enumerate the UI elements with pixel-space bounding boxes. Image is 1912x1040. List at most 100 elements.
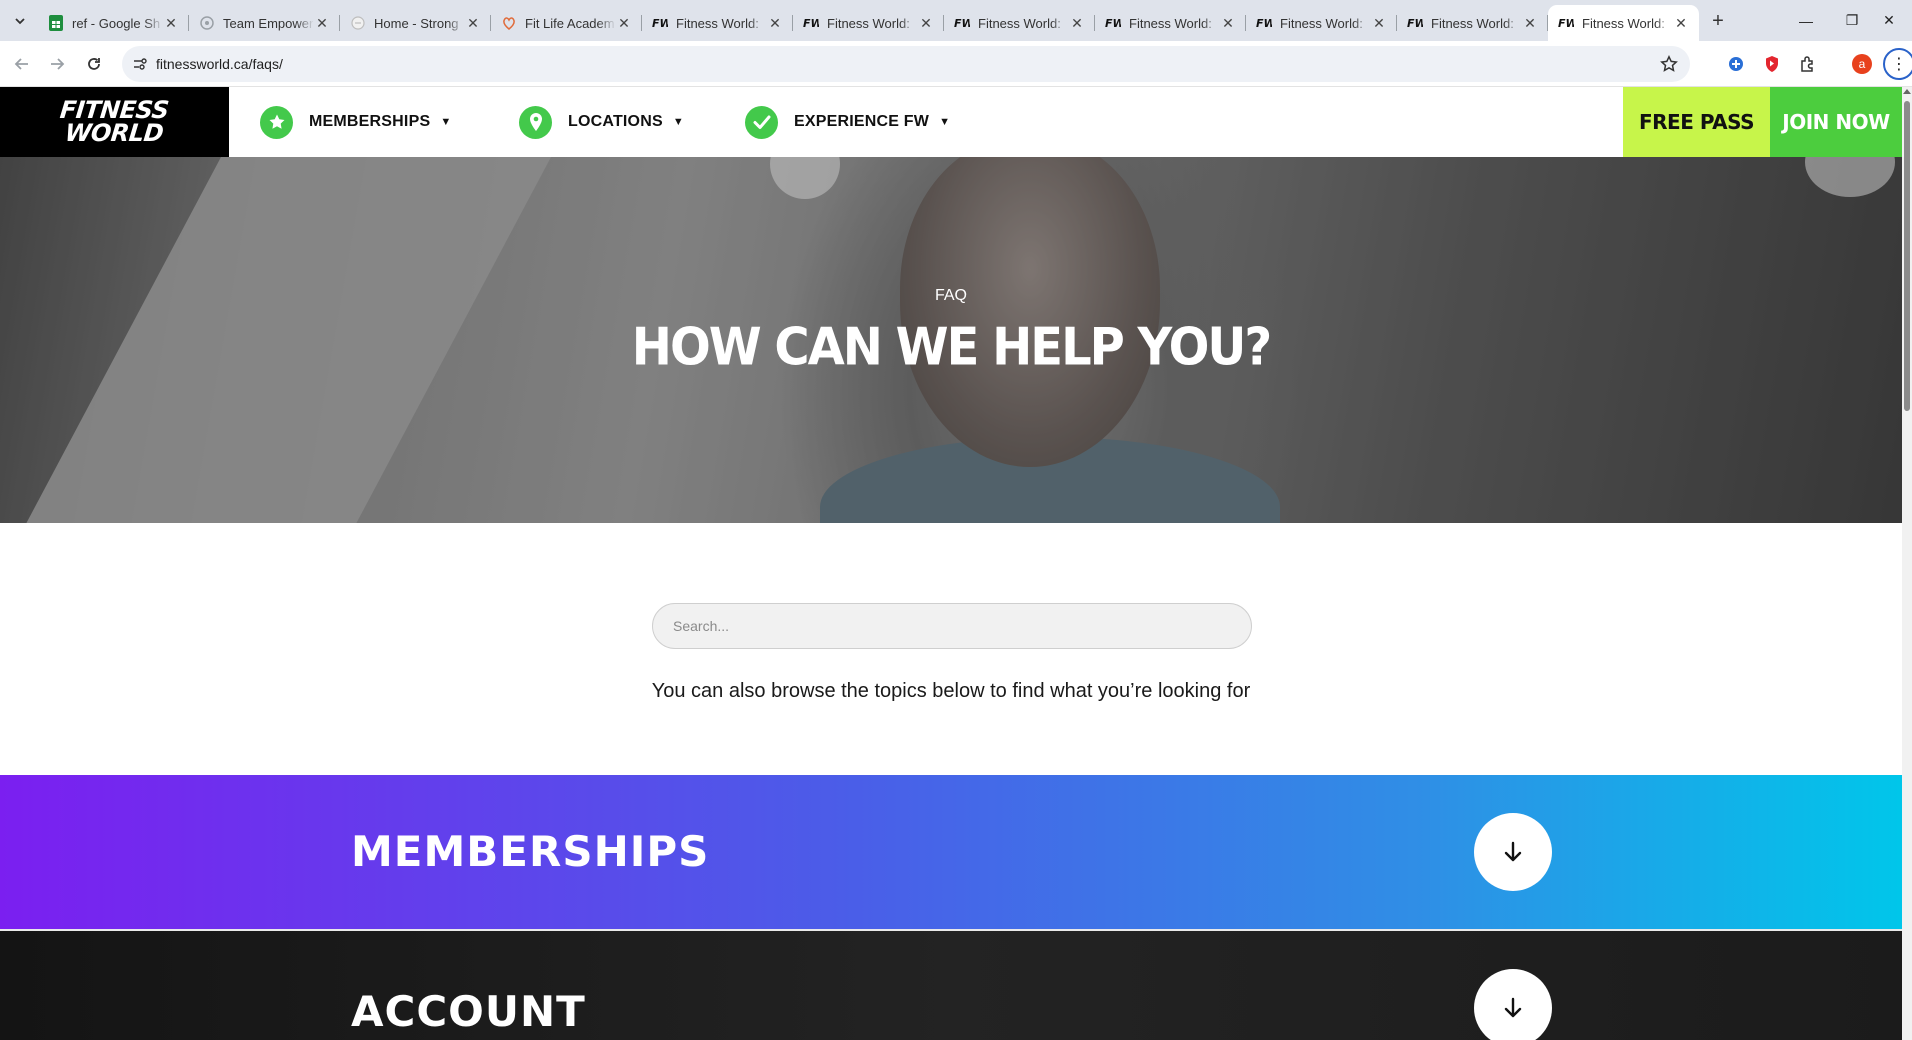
minimize-button[interactable]: — [1783,0,1829,41]
chevron-down-icon [15,18,25,25]
fw-icon: FW [954,15,970,31]
fit-life-icon [501,15,517,31]
browser-tab[interactable]: FW Fitness World: ✕ [793,5,944,41]
svg-text:FW: FW [1407,17,1423,29]
faq-section-title: ACCOUNT [351,987,586,1036]
page-scrollbar[interactable] [1902,87,1912,1040]
join-now-button[interactable]: JOIN NOW [1770,87,1902,157]
svg-text:FW: FW [954,17,970,29]
fw-icon: FW [1407,15,1423,31]
faq-section-memberships[interactable]: MEMBERSHIPS [0,775,1902,929]
svg-text:FW: FW [1558,17,1574,29]
hero-title: HOW CAN WE HELP YOU? [631,316,1272,378]
site-info-icon[interactable] [130,54,150,74]
close-tab-icon[interactable]: ✕ [918,15,934,31]
browser-tab[interactable]: Home - Strong ✕ [340,5,491,41]
fw-icon: FW [1105,15,1121,31]
tab-title: Fitness World: [978,15,1061,31]
new-tab-button[interactable]: + [1705,8,1731,34]
close-tab-icon[interactable]: ✕ [163,15,179,31]
arrow-left-icon [14,58,28,70]
extension-blue-icon[interactable] [1724,52,1748,76]
google-sheets-icon [48,15,64,31]
browser-menu-icon[interactable]: ⋮ [1883,48,1912,80]
expand-memberships-button[interactable] [1474,813,1552,891]
browser-tab[interactable]: FW Fitness World: ✕ [1095,5,1246,41]
browser-tab[interactable]: FW Fitness World: ✕ [1246,5,1397,41]
svg-text:FW: FW [803,17,819,29]
fitness-world-logo[interactable]: FITNESS WORLD [0,87,229,157]
extensions-puzzle-icon[interactable] [1796,52,1820,76]
nav-experience-fw-label: EXPERIENCE FW [794,113,930,130]
caret-down-icon: ▼ [440,116,452,128]
browser-tab[interactable]: FW Fitness World: ✕ [944,5,1095,41]
nav-experience-fw[interactable]: EXPERIENCE FW ▼ [745,103,950,141]
close-tab-icon[interactable]: ✕ [767,15,783,31]
browser-tab[interactable]: Team Empower ✕ [189,5,340,41]
tab-title: Home - Strong [374,15,459,31]
svg-text:FW: FW [652,17,668,29]
browser-tab[interactable]: FW Fitness World: ✕ [642,5,793,41]
reload-icon [88,58,100,70]
nav-memberships[interactable]: MEMBERSHIPS ▼ [260,103,451,141]
close-tab-icon[interactable]: ✕ [1220,15,1236,31]
close-window-button[interactable]: ✕ [1866,0,1912,41]
browser-tab[interactable]: ref - Google Sh ✕ [38,5,189,41]
browser-tab[interactable]: Fit Life Academ ✕ [491,5,642,41]
tab-search-button[interactable] [8,9,32,33]
close-tab-icon[interactable]: ✕ [314,15,330,31]
extension-shield-icon[interactable] [1760,52,1784,76]
star-icon [260,105,293,139]
tab-title: Fitness World: [1431,15,1514,31]
browser-tab[interactable]: FW Fitness World: ✕ [1397,5,1548,41]
svg-text:FW: FW [1105,17,1121,29]
close-tab-icon[interactable]: ✕ [616,15,632,31]
browser-tab-active[interactable]: FW Fitness World: ✕ [1548,5,1699,41]
fw-icon: FW [803,15,819,31]
fw-icon: FW [1256,15,1272,31]
close-tab-icon[interactable]: ✕ [1371,15,1387,31]
forward-button[interactable] [43,50,71,78]
tab-title: Fitness World: [1129,15,1212,31]
nav-locations[interactable]: LOCATIONS ▼ [519,103,684,141]
scrollbar-thumb[interactable] [1904,101,1910,411]
free-pass-button[interactable]: FREE PASS [1623,87,1770,157]
tab-title: Fitness World: [827,15,910,31]
bookmark-star-icon[interactable] [1658,53,1680,75]
reload-button[interactable] [80,50,108,78]
close-tab-icon[interactable]: ✕ [1673,15,1689,31]
faq-search-input[interactable] [653,604,1251,648]
close-tab-icon[interactable]: ✕ [465,15,481,31]
arrow-right-icon [51,58,65,70]
nav-memberships-label: MEMBERSHIPS [309,113,431,130]
expand-account-button[interactable] [1474,969,1552,1040]
profile-avatar[interactable]: a [1852,54,1872,74]
site-header: FITNESS WORLD MEMBERSHIPS ▼ LOCATIONS ▼ … [0,87,1902,157]
tab-title: Fitness World: [676,15,759,31]
fw-icon: FW [652,15,668,31]
close-tab-icon[interactable]: ✕ [1069,15,1085,31]
browse-topics-text: You can also browse the topics below to … [651,680,1251,702]
fw-icon: FW [1558,15,1574,31]
close-tab-icon[interactable]: ✕ [1522,15,1538,31]
arrow-down-icon [1504,997,1522,1018]
url-text[interactable]: fitnessworld.ca/faqs/ [156,56,283,72]
tab-title: Fit Life Academ [525,15,615,31]
hero-banner: FAQ HOW CAN WE HELP YOU? [0,157,1902,523]
tab-title: ref - Google Sh [72,15,161,31]
caret-down-icon: ▼ [672,116,684,128]
checkmark-icon [745,105,778,139]
browser-toolbar: fitnessworld.ca/faqs/ a ⋮ [0,41,1912,87]
address-bar[interactable]: fitnessworld.ca/faqs/ [122,46,1690,82]
strong-icon [350,15,366,31]
scroll-up-arrow-icon[interactable] [1903,89,1911,94]
browser-tab-bar: ref - Google Sh ✕ Team Empower ✕ Home - … [0,0,1912,41]
caret-down-icon: ▼ [939,116,950,128]
back-button[interactable] [8,50,36,78]
tab-strip: ref - Google Sh ✕ Team Empower ✕ Home - … [38,5,1699,41]
logo-line-2: WORLD [64,119,166,147]
location-pin-icon [519,105,552,139]
tab-title: Fitness World: [1582,15,1665,31]
faq-section-account[interactable]: ACCOUNT [0,929,1902,1040]
faq-section-title: MEMBERSHIPS [351,827,710,876]
